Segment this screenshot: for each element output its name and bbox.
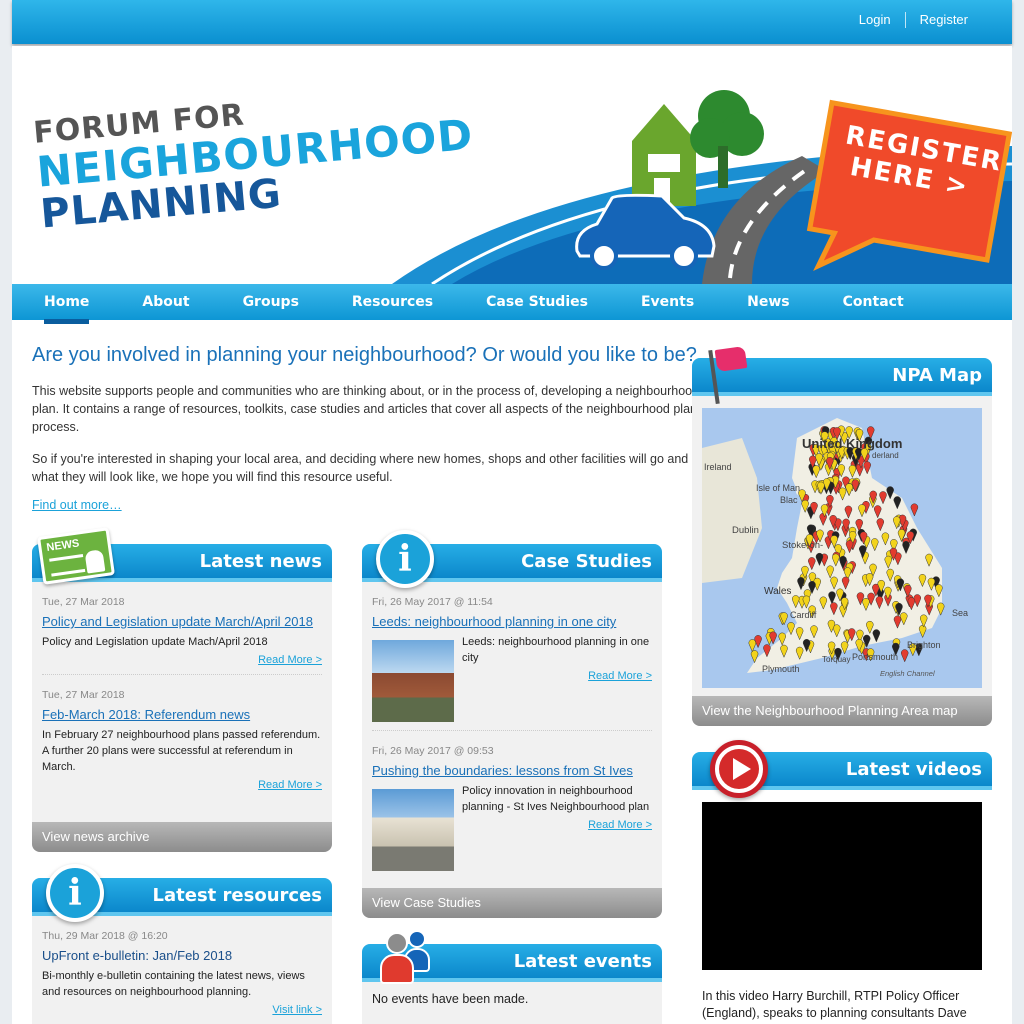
read-more-link[interactable]: Read More > (42, 779, 322, 791)
view-case-studies-link[interactable]: View Case Studies (362, 888, 662, 918)
page-title: Are you involved in planning your neighb… (32, 344, 697, 366)
case-title-link[interactable]: Pushing the boundaries: lessons from St … (372, 763, 652, 778)
nav-news[interactable]: News (747, 284, 789, 320)
banner: FORUM FOR NEIGHBOURHOOD PLANNING REGISTE… (12, 46, 1012, 284)
nav-events[interactable]: Events (641, 284, 694, 320)
map-label: Ireland (704, 462, 732, 472)
info-icon: i (376, 530, 434, 588)
map-label: Torquay (822, 655, 850, 664)
info-icon: i (46, 864, 104, 922)
case-studies-panel: Case Studies Fri, 26 May 2017 @ 11:54 Le… (362, 544, 662, 918)
map-pin[interactable] (840, 641, 849, 655)
nav-contact[interactable]: Contact (843, 284, 904, 320)
map-pin[interactable] (910, 503, 919, 517)
map-label: Portsmouth (852, 652, 898, 662)
map-label: English Channel (880, 669, 935, 678)
nav-groups[interactable]: Groups (243, 284, 299, 320)
map-pin[interactable] (918, 624, 927, 639)
case-title-link[interactable]: Leeds: neighbourhood planning in one cit… (372, 614, 652, 629)
news-summary: Policy and Legislation update Mach/April… (42, 636, 268, 648)
page: FORUM FOR NEIGHBOURHOOD PLANNING REGISTE… (12, 46, 1012, 1024)
news-item: Tue, 27 Mar 2018 Feb-March 2018: Referen… (32, 689, 332, 791)
news-title-link[interactable]: Policy and Legislation update March/Apri… (42, 614, 322, 629)
map-label: United Kingdom (802, 436, 902, 451)
intro-paragraph-2: So if you're interested in shaping your … (32, 452, 689, 484)
intro-paragraph-1: This website supports people and communi… (32, 384, 700, 434)
nav-resources[interactable]: Resources (352, 284, 433, 320)
read-more-link[interactable]: Read More > (42, 654, 322, 666)
st-ives-street-thumbnail[interactable] (372, 789, 454, 871)
account-links: Login Register (845, 12, 982, 28)
nav-case-studies[interactable]: Case Studies (486, 284, 588, 320)
news-icon-lines (49, 554, 86, 577)
resource-date: Thu, 29 Mar 2018 @ 16:20 (42, 930, 168, 942)
view-news-archive-link[interactable]: View news archive (32, 822, 332, 852)
map-label: Isle of Man (756, 483, 800, 493)
main-nav: Home About Groups Resources Case Studies… (12, 284, 1012, 324)
map-label: derland (872, 451, 899, 460)
resource-title[interactable]: UpFront e-bulletin: Jan/Feb 2018 (42, 948, 322, 963)
case-date: Fri, 26 May 2017 @ 09:53 (372, 745, 494, 757)
divider (372, 730, 652, 731)
map-label: Blac (780, 495, 798, 505)
leeds-street-thumbnail[interactable] (372, 640, 454, 722)
map-pin[interactable] (748, 639, 757, 653)
play-icon (710, 740, 768, 798)
map-label: Dublin (732, 525, 759, 536)
map-pin[interactable] (754, 635, 762, 649)
news-date: Tue, 27 Mar 2018 (42, 596, 125, 608)
npa-map-panel: NPA Map United Kingdom Ireland Isle of M… (692, 358, 992, 726)
find-out-more-link[interactable]: Find out more… (32, 498, 122, 512)
news-item: Tue, 27 Mar 2018 Policy and Legislation … (32, 596, 332, 666)
news-date: Tue, 27 Mar 2018 (42, 689, 125, 701)
news-title-link[interactable]: Feb-March 2018: Referendum news (42, 707, 322, 722)
people-icon (378, 930, 448, 990)
map-label: Brighton (907, 640, 941, 650)
map-label: Stoke-on- (782, 540, 823, 551)
latest-news-panel: Latest news Tue, 27 Mar 2018 Policy and … (32, 544, 332, 852)
visit-link[interactable]: Visit link > (42, 1004, 322, 1016)
view-npa-map-link[interactable]: View the Neighbourhood Planning Area map (692, 696, 992, 726)
video-player[interactable] (702, 802, 982, 970)
case-study-item: Fri, 26 May 2017 @ 11:54 Leeds: neighbou… (362, 596, 662, 722)
divider (42, 674, 322, 675)
nav-home[interactable]: Home (44, 284, 90, 324)
flag-icon (706, 344, 752, 405)
case-study-item: Fri, 26 May 2017 @ 09:53 Pushing the bou… (362, 745, 662, 871)
login-link[interactable]: Login (845, 12, 905, 28)
video-description: In this video Harry Burchill, RTPI Polic… (702, 989, 967, 1020)
map-label: Cardiff (790, 610, 817, 620)
resource-summary: Bi-monthly e-bulletin containing the lat… (42, 970, 305, 998)
news-summary: In February 27 neighbourhood plans passe… (42, 729, 321, 773)
top-bar: Login Register (12, 0, 1012, 44)
nav-about[interactable]: About (142, 284, 189, 320)
map-label: Sea (952, 608, 968, 618)
map-label: Wales (764, 586, 791, 597)
map-pin[interactable] (900, 649, 909, 663)
news-icon: NEWS (37, 527, 115, 585)
map-canvas: United Kingdom Ireland Isle of Man Dubli… (702, 418, 968, 678)
register-link[interactable]: Register (906, 12, 982, 28)
npa-map[interactable]: United Kingdom Ireland Isle of Man Dubli… (702, 408, 982, 688)
resource-item: Thu, 29 Mar 2018 @ 16:20 UpFront e-bulle… (32, 930, 332, 1016)
map-label: Plymouth (762, 664, 800, 674)
case-date: Fri, 26 May 2017 @ 11:54 (372, 596, 493, 608)
news-icon-avatar (84, 549, 106, 574)
